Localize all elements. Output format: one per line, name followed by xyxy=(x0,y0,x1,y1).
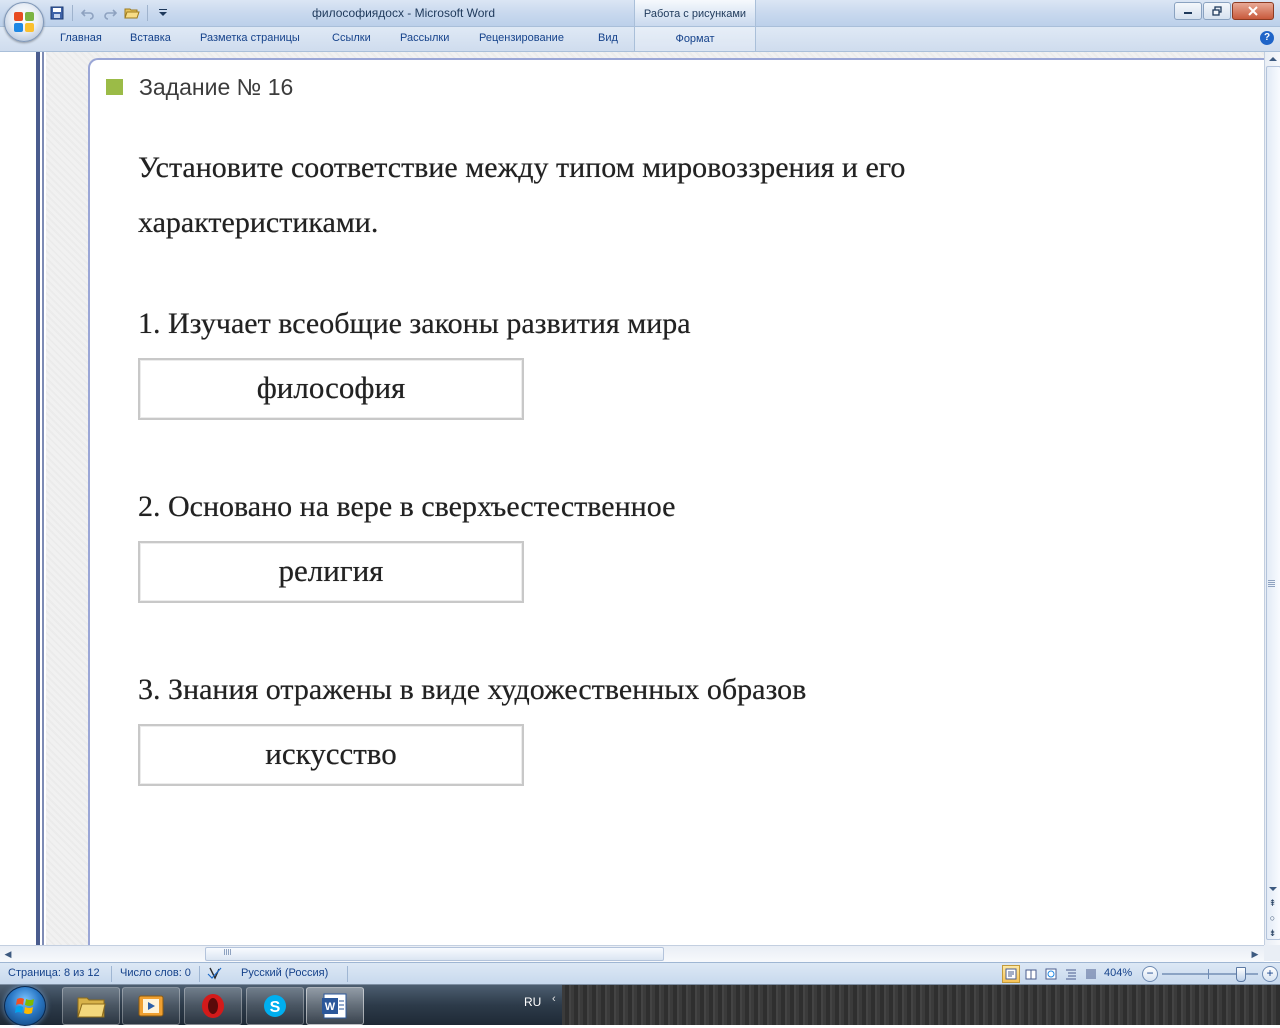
draft-view-icon[interactable] xyxy=(1082,965,1100,983)
task-title: Задание № 16 xyxy=(139,74,294,100)
window-title: философиядocx - Microsoft Word xyxy=(312,6,496,20)
contextual-tab-group: Работа с рисунками xyxy=(634,0,756,26)
page-margin xyxy=(0,52,36,945)
tab-review[interactable]: Рецензирование xyxy=(479,32,598,44)
next-page-icon[interactable]: ⇟ xyxy=(1265,926,1280,940)
tab-home[interactable]: Главная xyxy=(60,32,130,44)
language-indicator[interactable]: Русский (Россия) xyxy=(241,967,328,979)
undo-icon[interactable] xyxy=(79,4,97,22)
window-controls xyxy=(1174,2,1274,20)
office-logo-icon xyxy=(14,12,34,32)
windows-logo-icon xyxy=(15,998,34,1014)
notification-area xyxy=(562,985,1280,1025)
restore-icon[interactable] xyxy=(1203,2,1231,20)
tab-view[interactable]: Вид xyxy=(598,32,628,44)
proofing-icon[interactable] xyxy=(207,966,223,983)
start-button[interactable] xyxy=(4,986,46,1026)
horizontal-scrollbar[interactable]: ◀ ▶ xyxy=(0,945,1264,962)
scroll-grip-icon xyxy=(224,949,231,955)
quick-access-toolbar xyxy=(48,4,172,22)
word-count[interactable]: Число слов: 0 xyxy=(120,967,191,979)
close-icon[interactable] xyxy=(1232,2,1274,20)
scroll-up-arrow-icon[interactable] xyxy=(1265,52,1280,66)
task-marker-icon xyxy=(106,79,123,95)
status-bar: Страница: 8 из 12 Число слов: 0 Русский … xyxy=(0,962,1280,985)
page-count[interactable]: Страница: 8 из 12 xyxy=(8,967,100,979)
previous-page-icon[interactable]: ⇞ xyxy=(1265,896,1280,910)
svg-text:W: W xyxy=(325,1001,336,1013)
windows-taskbar: S W RU ‹ xyxy=(0,984,1280,1026)
input-language[interactable]: RU xyxy=(524,995,541,1009)
scrollbar-corner xyxy=(1264,945,1280,961)
media-player-icon xyxy=(138,995,164,1017)
select-browse-object-icon[interactable]: ○ xyxy=(1265,911,1280,925)
minimize-icon[interactable] xyxy=(1174,2,1202,20)
statement-2: 2. Основано на вере в сверхъестественное xyxy=(138,490,676,523)
view-buttons xyxy=(1002,965,1100,983)
scroll-down-arrow-icon[interactable] xyxy=(1265,882,1280,896)
opera-icon xyxy=(202,994,224,1018)
horizontal-scroll-thumb[interactable] xyxy=(205,947,664,961)
vertical-scrollbar[interactable]: ⇞ ○ ⇟ xyxy=(1264,52,1280,945)
title-bar: философиядocx - Microsoft Word Работа с … xyxy=(0,0,1280,27)
ribbon-tab-bar: Главная Вставка Разметка страницы Ссылки… xyxy=(0,27,1280,52)
ribbon-tabs: Главная Вставка Разметка страницы Ссылки… xyxy=(60,32,628,44)
taskbar-word[interactable]: W xyxy=(306,987,364,1025)
web-layout-icon[interactable] xyxy=(1042,965,1060,983)
help-icon[interactable]: ? xyxy=(1260,31,1274,45)
answer-box-3: искусство xyxy=(138,724,524,786)
save-icon[interactable] xyxy=(48,4,66,22)
statement-3: 3. Знания отражены в виде художественных… xyxy=(138,673,807,706)
full-screen-reading-icon[interactable] xyxy=(1022,965,1040,983)
svg-text:S: S xyxy=(270,999,281,1016)
zoom-slider-center-mark xyxy=(1208,969,1209,979)
taskbar-skype[interactable]: S xyxy=(246,987,304,1025)
qat-separator xyxy=(72,5,73,21)
open-folder-icon[interactable] xyxy=(123,4,141,22)
status-separator xyxy=(199,966,200,982)
scroll-grip-icon xyxy=(1268,580,1275,587)
status-separator xyxy=(347,966,348,982)
taskbar-opera[interactable] xyxy=(184,987,242,1025)
status-separator xyxy=(111,966,112,982)
print-layout-icon[interactable] xyxy=(1002,965,1020,983)
zoom-in-icon[interactable]: + xyxy=(1262,966,1278,982)
scroll-right-arrow-icon[interactable]: ▶ xyxy=(1249,948,1261,960)
taskbar-media-player[interactable] xyxy=(122,987,180,1025)
skype-icon: S xyxy=(264,995,286,1017)
statement-1: 1. Изучает всеобщие законы развития мира xyxy=(138,307,691,340)
outline-view-icon[interactable] xyxy=(1062,965,1080,983)
folder-icon xyxy=(77,997,106,1018)
office-button[interactable] xyxy=(4,2,44,42)
tab-mailings[interactable]: Рассылки xyxy=(400,32,479,44)
qat-separator xyxy=(147,5,148,21)
taskbar-explorer[interactable] xyxy=(62,987,120,1025)
tab-insert[interactable]: Вставка xyxy=(130,32,200,44)
word-icon: W xyxy=(322,993,347,1019)
tab-references[interactable]: Ссылки xyxy=(332,32,400,44)
answer-box-1: философия xyxy=(138,358,524,420)
customize-dropdown-icon[interactable] xyxy=(154,4,172,22)
zoom-out-icon[interactable]: − xyxy=(1142,966,1158,982)
slide-border-inner xyxy=(42,52,44,945)
tab-page-layout[interactable]: Разметка страницы xyxy=(200,32,332,44)
document-workspace: Задание № 16 Установите соответствие меж… xyxy=(0,52,1264,945)
show-hidden-icons-icon[interactable]: ‹ xyxy=(552,993,556,1005)
redo-icon[interactable] xyxy=(101,4,119,22)
slide-border xyxy=(36,52,40,945)
zoom-slider-thumb[interactable] xyxy=(1236,967,1246,982)
zoom-level[interactable]: 404% xyxy=(1104,967,1132,979)
scroll-left-arrow-icon[interactable]: ◀ xyxy=(2,948,14,960)
tab-format[interactable]: Формат xyxy=(634,27,756,51)
vertical-scroll-thumb[interactable] xyxy=(1266,66,1280,940)
answer-box-2: религия xyxy=(138,541,524,603)
question-text: Установите соответствие между типом миро… xyxy=(138,151,906,239)
